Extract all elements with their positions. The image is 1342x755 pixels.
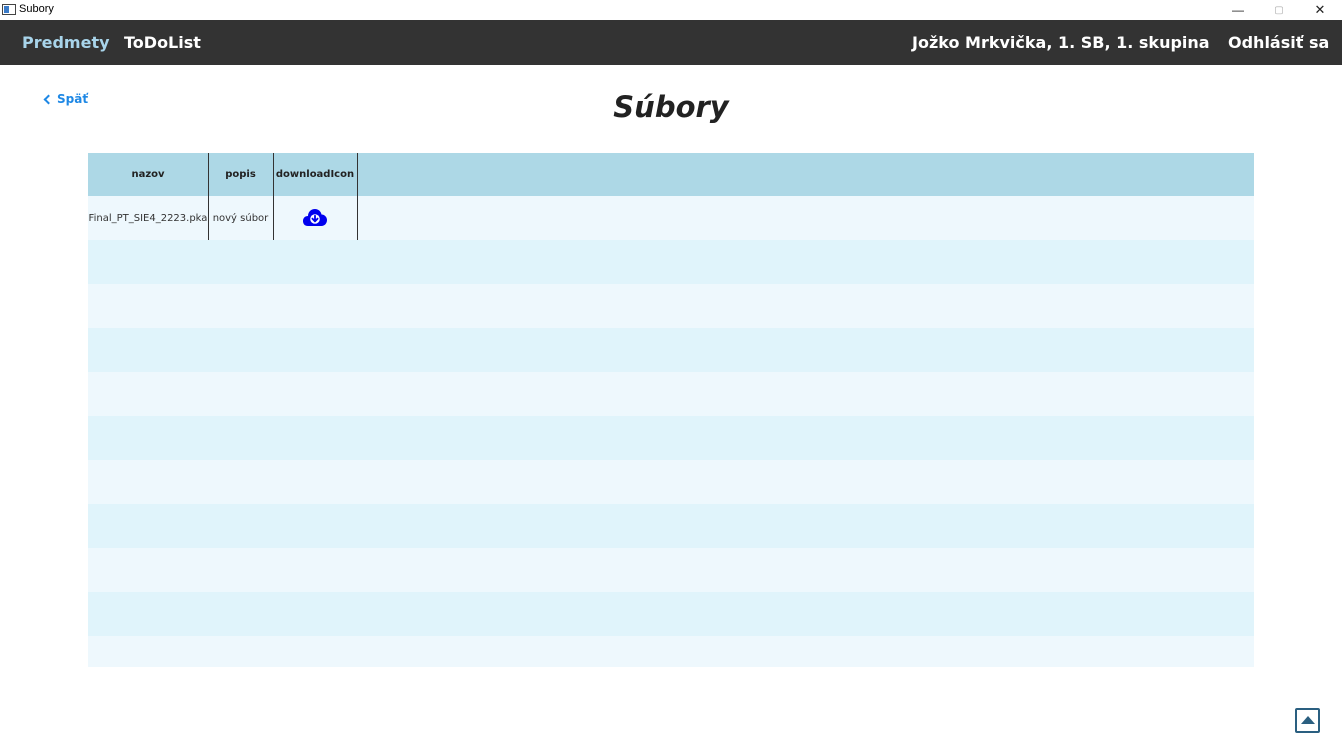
nav-todolist[interactable]: ToDoList: [124, 33, 201, 52]
column-divider: [273, 153, 274, 240]
column-header-nazov[interactable]: nazov: [88, 153, 208, 196]
window-title: Subory: [19, 3, 54, 15]
empty-row: [88, 504, 1254, 548]
cell-popis: nový súbor: [212, 212, 269, 224]
arrow-up-icon: [1300, 715, 1315, 724]
column-divider: [208, 153, 209, 240]
minimize-button[interactable]: —: [1223, 0, 1253, 20]
window-titlebar: Subory — ▢ ✕: [0, 0, 1342, 20]
empty-row: [88, 372, 1254, 416]
empty-row: [88, 284, 1254, 328]
empty-row: [88, 460, 1254, 504]
column-header-popis[interactable]: popis: [208, 153, 273, 196]
cell-download: [273, 196, 357, 240]
cloud-download-icon[interactable]: [302, 207, 328, 229]
column-header-downloadicon[interactable]: downloadIcon: [273, 153, 357, 196]
scroll-top-button[interactable]: [1295, 708, 1320, 733]
close-button[interactable]: ✕: [1305, 0, 1335, 20]
nav-predmety[interactable]: Predmety: [22, 33, 110, 52]
table-row[interactable]: Final_PT_SIE4_2223.pka nový súbor: [88, 196, 1254, 240]
empty-row: [88, 328, 1254, 372]
top-navbar: Predmety ToDoList Jožko Mrkvička, 1. SB,…: [0, 20, 1342, 65]
empty-row: [88, 548, 1254, 592]
app-icon: [2, 4, 16, 15]
cell-nazov: Final_PT_SIE4_2223.pka: [88, 212, 208, 224]
empty-row: [88, 240, 1254, 284]
logout-button[interactable]: Odhlásiť sa: [1228, 33, 1329, 52]
table-header: nazov popis downloadIcon: [88, 153, 1254, 196]
empty-row: [88, 636, 1254, 667]
maximize-button[interactable]: ▢: [1264, 0, 1294, 20]
user-info: Jožko Mrkvička, 1. SB, 1. skupina: [912, 33, 1210, 52]
page-title: Súbory: [613, 90, 729, 124]
files-table: nazov popis downloadIcon Final_PT_SIE4_2…: [88, 153, 1254, 667]
empty-row: [88, 592, 1254, 636]
empty-row: [88, 416, 1254, 460]
column-divider: [357, 153, 358, 240]
